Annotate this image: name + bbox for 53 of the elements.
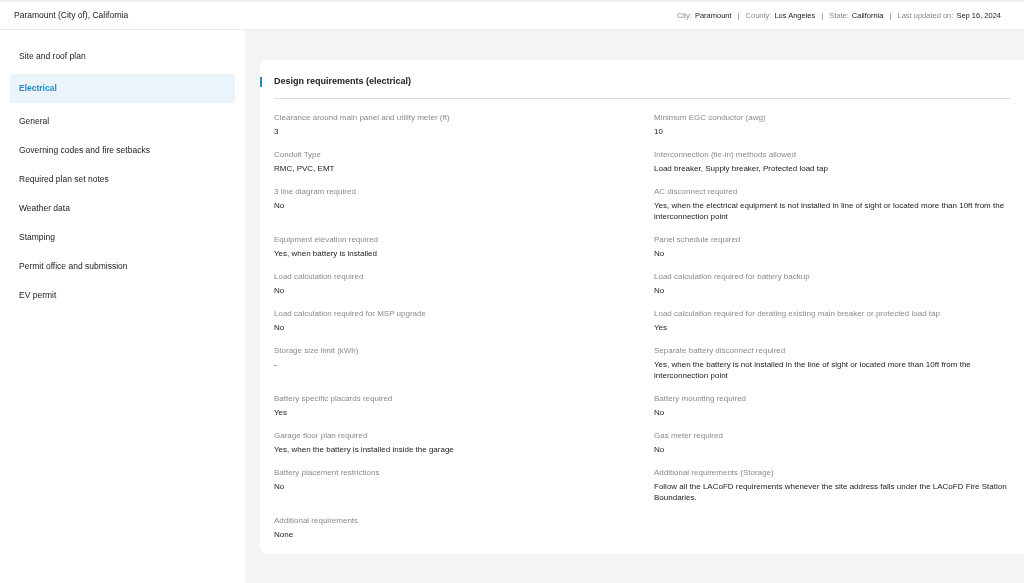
field-value: No — [274, 481, 286, 492]
sidebar-item[interactable]: Permit office and submission — [10, 255, 235, 277]
field-label: Load calculation required — [274, 272, 365, 282]
field-value: Yes, when the battery is installed inside the garage — [274, 444, 455, 455]
field-value: No — [654, 285, 666, 296]
field-label: 3 line diagram required — [274, 187, 357, 197]
field-label: Separate battery disconnect required — [654, 346, 787, 356]
sidebar-item[interactable]: Weather data — [10, 197, 235, 219]
field-value: No — [654, 248, 666, 259]
field-label: Additional requirements (Storage) — [654, 468, 775, 478]
field-label: Clearance around main panel and utility meter (ft) — [274, 113, 451, 123]
field-label: Load calculation required for derating existing main breaker or protected load tap — [654, 309, 941, 319]
field-value: Yes — [654, 322, 669, 333]
field-label: Garage floor plan required — [274, 431, 369, 441]
field-label: Interconnection (tie-in) methods allowed — [654, 150, 797, 160]
field-label: Gas meter required — [654, 431, 724, 441]
sidebar-item[interactable]: General — [10, 110, 235, 132]
field-value: Yes, when the electrical equipment is not installed in line of sight or located more than 10ft from the interconnection point — [654, 200, 1006, 222]
field-value: None — [274, 529, 295, 540]
field-value: Load breaker, Supply breaker, Protected load tap — [654, 163, 829, 174]
field-value: RMC, PVC, EMT — [274, 163, 336, 174]
field-value: 3 — [274, 126, 280, 137]
field-label: Battery placement restrictions — [274, 468, 381, 478]
field-label: Additional requirements — [274, 516, 360, 526]
field-value: Yes, when the battery is not installed in the line of sight or located more than 10ft from the interconnection point — [654, 359, 972, 381]
field-value: Follow all the LACoFD requirements whenever the site address falls under the LACoFD Fire Station Boundaries. — [654, 481, 1008, 503]
field-value: No — [654, 407, 666, 418]
sidebar-item[interactable]: Stamping — [10, 226, 235, 248]
field-label: Load calculation required for MSP upgrade — [274, 309, 427, 319]
sidebar-item[interactable]: Site and roof plan — [10, 45, 235, 67]
field-value: No — [274, 200, 286, 211]
field-label: AC disconnect required — [654, 187, 739, 197]
field-value: Yes — [274, 407, 289, 418]
field-value: No — [274, 322, 286, 333]
section-accent-bar — [260, 77, 262, 87]
field-label: Battery mounting required — [654, 394, 748, 404]
field-value: Yes, when battery is installed — [274, 248, 378, 259]
field-value: - — [274, 359, 278, 370]
field-value: No — [274, 285, 286, 296]
sidebar-item[interactable]: EV permit — [10, 284, 235, 306]
sidebar-item[interactable]: Required plan set notes — [10, 168, 235, 190]
field-value: No — [654, 444, 666, 455]
field-value: 10 — [654, 126, 664, 137]
section-title: Design requirements (electrical) — [274, 75, 412, 89]
field-label: Equipment elevation required — [274, 235, 380, 245]
field-label: Conduit Type — [274, 150, 322, 160]
field-label: Battery specific placards required — [274, 394, 394, 404]
field-label: Minimum EGC conductor (awg) — [654, 113, 767, 123]
field-label: Load calculation required for battery backup — [654, 272, 811, 282]
field-label: Storage size limit (kWh) — [274, 346, 360, 356]
sidebar-item[interactable]: Governing codes and fire setbacks — [10, 139, 235, 161]
page-title: Paramount (City of), California — [14, 9, 129, 22]
field-label: Panel schedule required — [654, 235, 742, 245]
